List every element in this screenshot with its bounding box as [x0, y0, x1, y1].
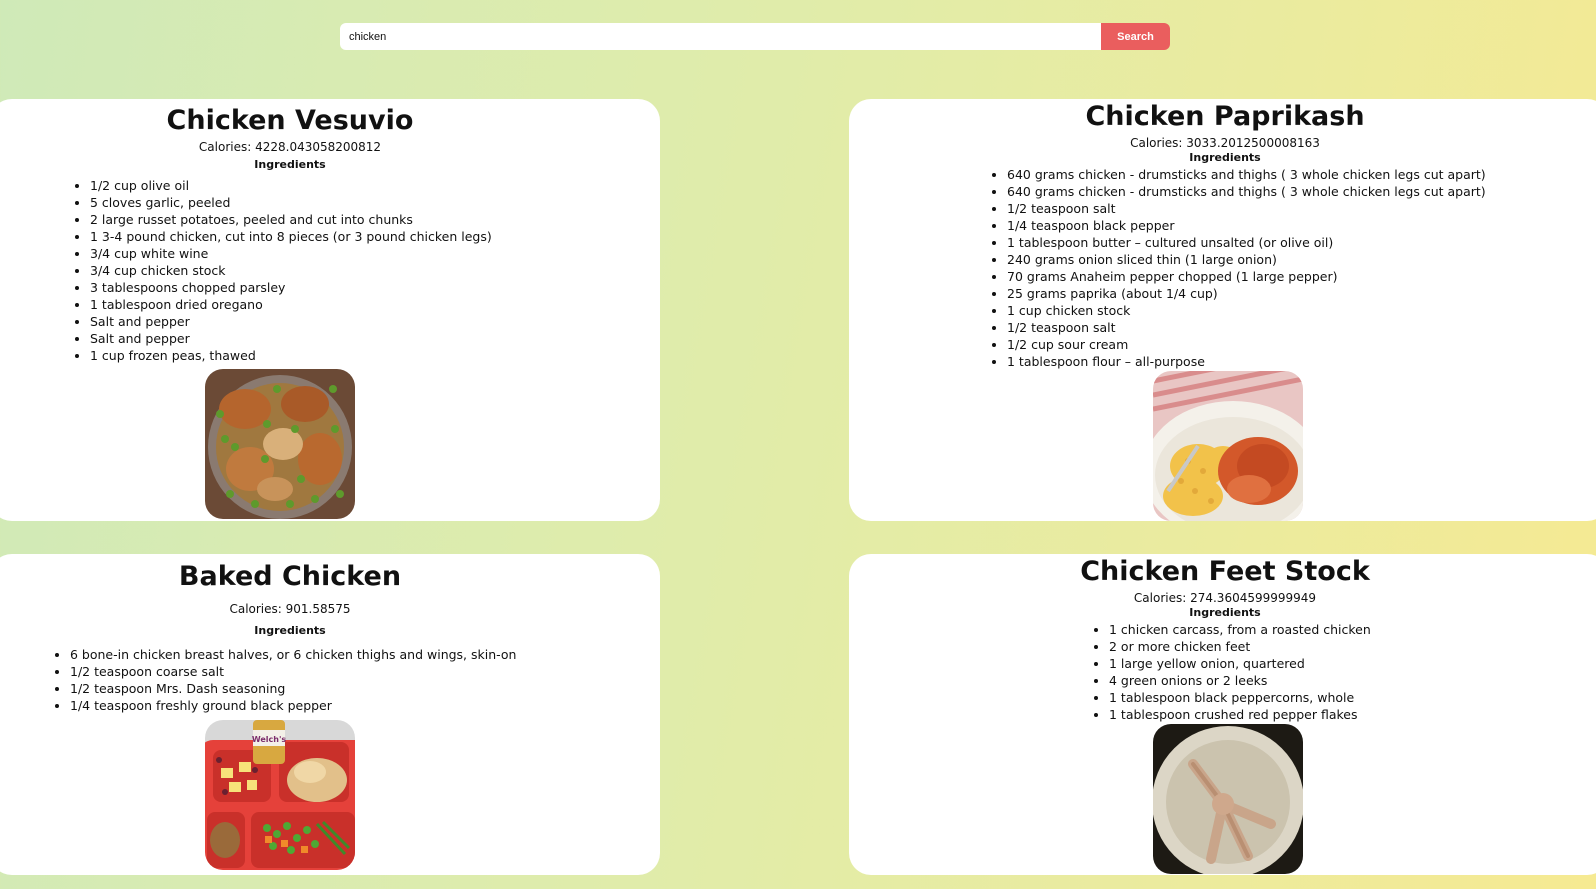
- ingredients-heading: Ingredients: [1189, 151, 1261, 164]
- ingredient-item: 240 grams onion sliced thin (1 large oni…: [1007, 251, 1486, 268]
- svg-text:Welch's: Welch's: [252, 735, 287, 744]
- recipe-title: Chicken Feet Stock: [1080, 556, 1370, 587]
- ingredient-item: 25 grams paprika (about 1/4 cup): [1007, 285, 1486, 302]
- ingredient-item: 1/2 teaspoon salt: [1007, 200, 1486, 217]
- baked-chicken-photo: Welch's: [205, 720, 355, 870]
- ingredient-item: 1/4 teaspoon black pepper: [1007, 217, 1486, 234]
- chicken-paprikash-photo: [1153, 371, 1303, 521]
- ingredient-item: 1 tablespoon crushed red pepper flakes: [1109, 706, 1371, 723]
- ingredient-item: 1 cup frozen peas, thawed: [90, 347, 492, 364]
- ingredient-item: 3 tablespoons chopped parsley: [90, 279, 492, 296]
- recipe-title: Chicken Paprikash: [1085, 101, 1365, 132]
- ingredient-list: 1 chicken carcass, from a roasted chicke…: [1091, 621, 1371, 723]
- recipe-title: Chicken Vesuvio: [166, 105, 414, 136]
- ingredient-item: 640 grams chicken - drumsticks and thigh…: [1007, 183, 1486, 200]
- ingredient-item: 2 large russet potatoes, peeled and cut …: [90, 211, 492, 228]
- ingredients-heading: Ingredients: [1189, 606, 1261, 619]
- ingredient-item: 640 grams chicken - drumsticks and thigh…: [1007, 166, 1486, 183]
- ingredient-item: 1 3-4 pound chicken, cut into 8 pieces (…: [90, 228, 492, 245]
- ingredient-item: Salt and pepper: [90, 330, 492, 347]
- recipe-card: Baked Chicken Calories: 901.58575 Ingred…: [0, 554, 660, 875]
- ingredient-list: 640 grams chicken - drumsticks and thigh…: [989, 166, 1486, 370]
- ingredient-list: 1/2 cup olive oil 5 cloves garlic, peele…: [72, 177, 492, 364]
- search-input[interactable]: [340, 23, 1101, 50]
- recipe-title: Baked Chicken: [178, 561, 402, 592]
- ingredient-item: 2 or more chicken feet: [1109, 638, 1371, 655]
- ingredient-item: 1 large yellow onion, quartered: [1109, 655, 1371, 672]
- chicken-feet-stock-photo: [1153, 724, 1303, 874]
- search-bar: Search: [340, 23, 1170, 50]
- ingredients-heading: Ingredients: [254, 624, 326, 637]
- ingredient-item: 1/2 cup sour cream: [1007, 336, 1486, 353]
- recipe-calories: Calories: 3033.2012500008163: [1130, 136, 1320, 150]
- ingredient-item: 1 chicken carcass, from a roasted chicke…: [1109, 621, 1371, 638]
- ingredient-list: 6 bone-in chicken breast halves, or 6 ch…: [52, 646, 516, 714]
- ingredient-item: 6 bone-in chicken breast halves, or 6 ch…: [70, 646, 516, 663]
- ingredient-item: 1/2 teaspoon coarse salt: [70, 663, 516, 680]
- ingredient-item: 3/4 cup chicken stock: [90, 262, 492, 279]
- ingredient-item: 1/2 teaspoon salt: [1007, 319, 1486, 336]
- recipe-card: Chicken Paprikash Calories: 3033.2012500…: [849, 99, 1596, 521]
- recipe-calories: Calories: 4228.043058200812: [198, 140, 382, 154]
- recipe-card: Chicken Vesuvio Calories: 4228.043058200…: [0, 99, 660, 521]
- ingredient-item: 4 green onions or 2 leeks: [1109, 672, 1371, 689]
- chicken-vesuvio-photo: [205, 369, 355, 519]
- ingredient-item: 1 tablespoon butter – cultured unsalted …: [1007, 234, 1486, 251]
- recipe-card: Chicken Feet Stock Calories: 274.3604599…: [849, 554, 1596, 875]
- ingredient-item: 1/2 teaspoon Mrs. Dash seasoning: [70, 680, 516, 697]
- recipe-calories: Calories: 274.3604599999949: [1133, 591, 1317, 605]
- ingredient-item: 5 cloves garlic, peeled: [90, 194, 492, 211]
- ingredient-item: 1 tablespoon dried oregano: [90, 296, 492, 313]
- ingredient-item: 3/4 cup white wine: [90, 245, 492, 262]
- recipe-calories: Calories: 901.58575: [229, 602, 351, 616]
- ingredient-item: 1 tablespoon flour – all-purpose: [1007, 353, 1486, 370]
- ingredient-item: Salt and pepper: [90, 313, 492, 330]
- ingredient-item: 1 cup chicken stock: [1007, 302, 1486, 319]
- ingredient-item: 1/4 teaspoon freshly ground black pepper: [70, 697, 516, 714]
- search-button[interactable]: Search: [1101, 23, 1170, 50]
- ingredient-item: 70 grams Anaheim pepper chopped (1 large…: [1007, 268, 1486, 285]
- ingredient-item: 1/2 cup olive oil: [90, 177, 492, 194]
- ingredients-heading: Ingredients: [254, 158, 326, 171]
- ingredient-item: 1 tablespoon black peppercorns, whole: [1109, 689, 1371, 706]
